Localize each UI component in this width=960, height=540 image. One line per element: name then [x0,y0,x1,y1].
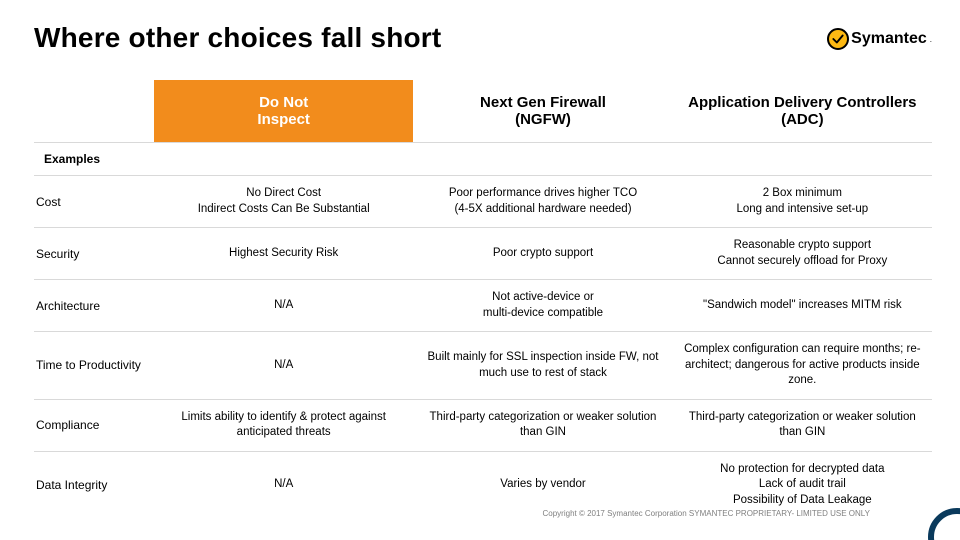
cell: Poor crypto support [413,228,672,280]
table-row: Examples [34,143,932,176]
header: Where other choices fall short Symantec. [34,22,932,54]
cell: Third-party categorization or weaker sol… [673,399,932,451]
copyright-footer: Copyright © 2017 Symantec Corporation SY… [543,509,871,518]
cell: N/A [154,332,413,400]
column-header-ngfw: Next Gen Firewall(NGFW) [413,81,672,143]
check-circle-icon [827,28,849,50]
page-title: Where other choices fall short [34,22,441,54]
brand-logo: Symantec. [827,28,932,50]
row-label-compliance: Compliance [34,399,154,451]
cell [413,143,672,176]
row-label-cost: Cost [34,176,154,228]
table-row: Cost No Direct CostIndirect Costs Can Be… [34,176,932,228]
column-header-do-not-inspect: Do NotInspect [154,81,413,143]
row-label-time: Time to Productivity [34,332,154,400]
cell: Built mainly for SSL inspection inside F… [413,332,672,400]
row-label-examples: Examples [34,143,154,176]
cell: N/A [154,451,413,518]
cell: N/A [154,280,413,332]
brand-trademark: . [930,35,932,44]
cell: Poor performance drives higher TCO(4-5X … [413,176,672,228]
cell: Not active-device ormulti-device compati… [413,280,672,332]
header-blank [34,81,154,143]
row-label-security: Security [34,228,154,280]
cell: Highest Security Risk [154,228,413,280]
comparison-table: Do NotInspect Next Gen Firewall(NGFW) Ap… [34,80,932,518]
brand-name: Symantec [851,30,927,48]
cell [154,143,413,176]
cell: Complex configuration can require months… [673,332,932,400]
row-label-integrity: Data Integrity [34,451,154,518]
cell: Limits ability to identify & protect aga… [154,399,413,451]
table-row: Architecture N/A Not active-device ormul… [34,280,932,332]
ring-icon [928,508,960,540]
cell: Third-party categorization or weaker sol… [413,399,672,451]
column-header-adc: Application Delivery Controllers(ADC) [673,81,932,143]
table-row: Time to Productivity N/A Built mainly fo… [34,332,932,400]
corner-decoration [900,480,960,540]
row-label-architecture: Architecture [34,280,154,332]
table-header-row: Do NotInspect Next Gen Firewall(NGFW) Ap… [34,81,932,143]
cell: No Direct CostIndirect Costs Can Be Subs… [154,176,413,228]
cell: "Sandwich model" increases MITM risk [673,280,932,332]
cell: 2 Box minimumLong and intensive set-up [673,176,932,228]
table-row: Security Highest Security Risk Poor cryp… [34,228,932,280]
cell: Reasonable crypto supportCannot securely… [673,228,932,280]
table-row: Compliance Limits ability to identify & … [34,399,932,451]
slide: Where other choices fall short Symantec.… [0,0,960,540]
cell [673,143,932,176]
